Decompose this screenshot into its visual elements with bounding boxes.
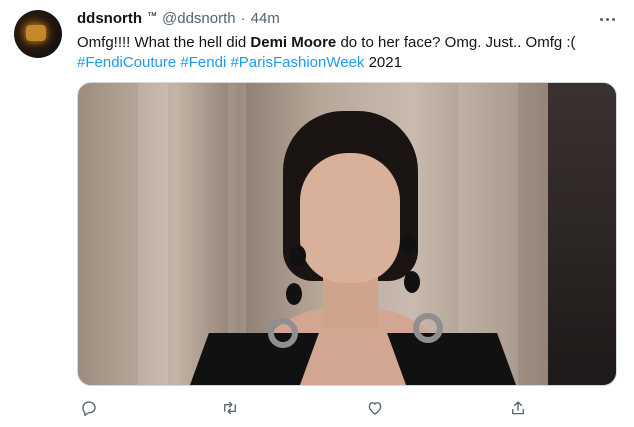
necklace-ring	[268, 318, 298, 348]
tweet-header: ddsnorth ™ @ddsnorth · 44m	[77, 10, 280, 30]
more-dot	[605, 17, 609, 21]
background-figure	[548, 83, 616, 385]
separator: ·	[240, 10, 246, 27]
earring	[404, 271, 420, 293]
retweet-icon	[224, 401, 236, 415]
tweet-text-bold: Demi Moore	[250, 34, 337, 51]
tweet-text-part1: Omfg!!!! What the hell did	[77, 34, 251, 51]
display-name[interactable]: ddsnorth	[77, 10, 142, 27]
model-face	[300, 153, 400, 283]
necklace-ring	[413, 313, 443, 343]
earring	[286, 283, 302, 305]
share-button[interactable]	[506, 396, 530, 420]
heart-icon	[368, 402, 382, 415]
tweet-actions	[77, 396, 547, 420]
like-button[interactable]	[363, 396, 387, 420]
avatar[interactable]	[14, 10, 62, 58]
hashtag-link[interactable]: #FendiCouture	[77, 54, 176, 71]
tweet-text-part2: do to her face? Omg. Just.. Omfg :(	[336, 34, 576, 51]
more-dot	[599, 17, 603, 21]
tweet-card[interactable]: ddsnorth ™ @ddsnorth · 44m Omfg!!!! What…	[0, 0, 634, 427]
timestamp[interactable]: 44m	[251, 10, 280, 27]
avatar-image	[26, 25, 46, 41]
name-suffix: ™	[147, 11, 157, 22]
hashtag-link[interactable]: #Fendi	[180, 54, 226, 71]
dress-right	[387, 333, 519, 385]
retweet-button[interactable]	[218, 396, 242, 420]
earring	[290, 245, 306, 267]
reply-icon	[82, 401, 96, 416]
share-icon	[512, 401, 524, 415]
background-column	[138, 83, 168, 385]
tweet-text-year: 2021	[368, 54, 402, 71]
dress-left	[187, 333, 319, 385]
more-dot	[611, 17, 615, 21]
tweet-text: Omfg!!!! What the hell did Demi Moore do…	[77, 33, 617, 73]
tweet-photo[interactable]	[77, 82, 617, 386]
user-handle[interactable]: @ddsnorth	[162, 10, 236, 27]
more-options-icon[interactable]	[596, 10, 618, 28]
earring	[400, 233, 416, 255]
reply-button[interactable]	[77, 396, 101, 420]
hashtag-link[interactable]: #ParisFashionWeek	[230, 54, 364, 71]
